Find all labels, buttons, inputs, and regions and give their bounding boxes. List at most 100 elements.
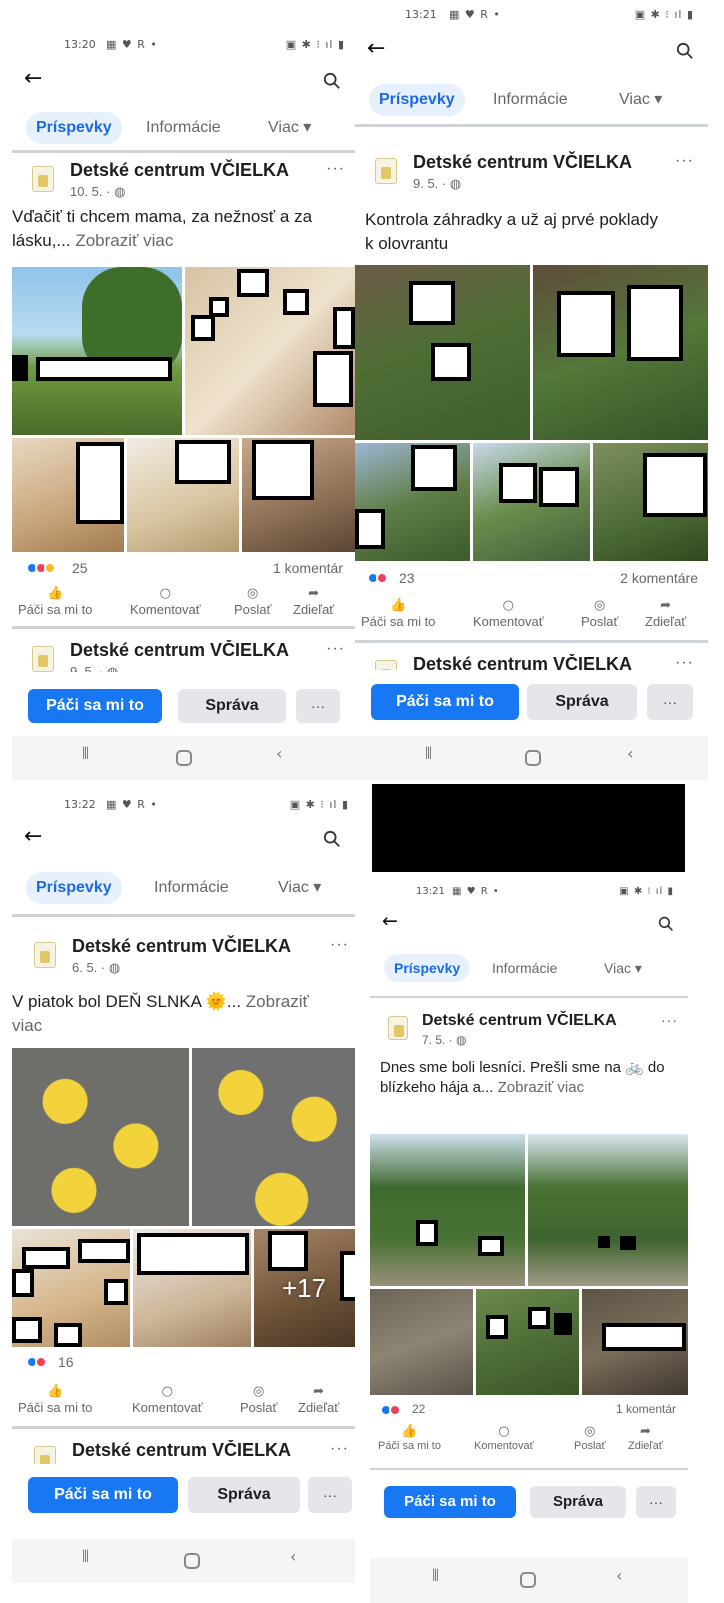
search-icon[interactable] bbox=[658, 916, 674, 932]
see-more-link[interactable]: Zobraziť viac bbox=[75, 231, 173, 250]
tab-more[interactable]: Viac ▾ bbox=[604, 954, 642, 982]
share-action[interactable]: ➦ Zdieľať bbox=[298, 1384, 339, 1415]
tab-more[interactable]: Viac ▾ bbox=[268, 112, 311, 144]
tab-info[interactable]: Informácie bbox=[154, 872, 229, 904]
reaction-icons[interactable] bbox=[380, 1404, 401, 1416]
page-like-button[interactable]: Páči sa mi to bbox=[28, 689, 162, 723]
reaction-count[interactable]: 25 bbox=[72, 560, 88, 576]
comment-action[interactable]: ○ Komentovať bbox=[474, 1424, 534, 1452]
page-message-button[interactable]: Správa bbox=[188, 1477, 300, 1513]
search-icon[interactable] bbox=[323, 72, 341, 90]
post-photo[interactable] bbox=[192, 1048, 355, 1226]
page-avatar[interactable] bbox=[388, 1016, 408, 1040]
page-avatar[interactable] bbox=[375, 660, 397, 670]
share-action[interactable]: ➦ Zdieľať bbox=[293, 586, 334, 617]
back-arrow-icon[interactable]: ← bbox=[382, 910, 398, 932]
post-options-button[interactable]: ··· bbox=[675, 152, 694, 170]
comment-count[interactable]: 2 komentáre bbox=[620, 570, 698, 586]
see-more-link[interactable]: Zobraziť viac bbox=[498, 1079, 584, 1096]
recent-apps-icon[interactable]: ⦀ bbox=[432, 1566, 439, 1586]
page-name[interactable]: Detské centrum VČIELKA bbox=[70, 640, 289, 661]
page-more-button[interactable]: ··· bbox=[296, 689, 340, 723]
post-options-button[interactable]: ··· bbox=[326, 640, 345, 658]
like-action[interactable]: 👍 Páči sa mi to bbox=[18, 1384, 92, 1415]
reaction-count[interactable]: 22 bbox=[412, 1402, 425, 1416]
page-avatar[interactable] bbox=[375, 158, 397, 184]
post-photo[interactable] bbox=[476, 1289, 579, 1395]
back-nav-icon[interactable]: ‹ bbox=[276, 744, 282, 763]
page-name[interactable]: Detské centrum VČIELKA bbox=[70, 160, 289, 181]
page-more-button[interactable]: ··· bbox=[636, 1486, 676, 1518]
page-avatar[interactable] bbox=[32, 646, 54, 672]
recent-apps-icon[interactable]: ⦀ bbox=[82, 744, 89, 764]
page-avatar[interactable] bbox=[34, 1446, 56, 1464]
page-name[interactable]: Detské centrum VČIELKA bbox=[72, 936, 291, 957]
post-date[interactable]: 6. 5. · ◍ bbox=[72, 960, 120, 976]
tab-posts[interactable]: Príspevky bbox=[369, 84, 465, 116]
back-nav-icon[interactable]: ‹ bbox=[616, 1566, 622, 1585]
recent-apps-icon[interactable]: ⦀ bbox=[425, 744, 432, 764]
post-photo[interactable] bbox=[355, 443, 470, 561]
like-action[interactable]: 👍 Páči sa mi to bbox=[361, 598, 435, 629]
post-options-button[interactable]: ··· bbox=[661, 1012, 678, 1028]
post-date[interactable]: 10. 5. · ◍ bbox=[70, 184, 125, 200]
home-icon[interactable] bbox=[525, 750, 541, 766]
comment-count[interactable]: 1 komentár bbox=[273, 560, 343, 576]
post-photo[interactable] bbox=[12, 438, 124, 552]
page-avatar[interactable] bbox=[32, 166, 54, 192]
tab-info[interactable]: Informácie bbox=[492, 954, 557, 982]
post-options-button[interactable]: ··· bbox=[675, 654, 694, 670]
send-action[interactable]: ◎ Poslať bbox=[574, 1424, 606, 1452]
back-arrow-icon[interactable]: ← bbox=[24, 824, 42, 849]
post-photo[interactable] bbox=[185, 267, 355, 435]
page-name[interactable]: Detské centrum VČIELKA bbox=[413, 152, 632, 173]
recent-apps-icon[interactable]: ⦀ bbox=[82, 1547, 89, 1567]
post-options-button[interactable]: ··· bbox=[326, 160, 345, 178]
post-photo[interactable] bbox=[12, 1048, 189, 1226]
comment-action[interactable]: ○ Komentovať bbox=[132, 1384, 203, 1415]
post-options-button[interactable]: ··· bbox=[330, 1440, 349, 1458]
back-nav-icon[interactable]: ‹ bbox=[290, 1547, 296, 1566]
back-arrow-icon[interactable]: ← bbox=[24, 66, 42, 91]
tab-more[interactable]: Viac ▾ bbox=[278, 872, 321, 904]
post-photo[interactable] bbox=[12, 267, 182, 435]
page-name[interactable]: Detské centrum VČIELKA bbox=[422, 1012, 617, 1030]
page-message-button[interactable]: Správa bbox=[527, 684, 637, 720]
share-action[interactable]: ➦ Zdieľať bbox=[628, 1424, 663, 1452]
comment-count[interactable]: 1 komentár bbox=[616, 1402, 676, 1416]
like-action[interactable]: 👍 Páči sa mi to bbox=[378, 1424, 441, 1452]
send-action[interactable]: ◎ Poslať bbox=[234, 586, 271, 617]
tab-info[interactable]: Informácie bbox=[146, 112, 221, 144]
home-icon[interactable] bbox=[176, 750, 192, 766]
post-photo[interactable] bbox=[127, 438, 239, 552]
comment-action[interactable]: ○ Komentovať bbox=[130, 586, 201, 617]
page-like-button[interactable]: Páči sa mi to bbox=[384, 1486, 516, 1518]
search-icon[interactable] bbox=[676, 42, 694, 60]
back-nav-icon[interactable]: ‹ bbox=[627, 744, 633, 763]
search-icon[interactable] bbox=[323, 830, 341, 848]
page-name[interactable]: Detské centrum VČIELKA bbox=[413, 654, 632, 670]
post-photo[interactable] bbox=[533, 265, 708, 440]
reaction-icons[interactable] bbox=[367, 572, 388, 584]
post-photo[interactable] bbox=[593, 443, 708, 561]
tab-posts[interactable]: Príspevky bbox=[26, 112, 122, 144]
post-photo[interactable] bbox=[242, 438, 355, 552]
home-icon[interactable] bbox=[184, 1553, 200, 1569]
post-photo[interactable] bbox=[370, 1134, 525, 1286]
comment-action[interactable]: ○ Komentovať bbox=[473, 598, 544, 629]
post-photo[interactable]: +17 bbox=[254, 1229, 355, 1347]
like-action[interactable]: 👍 Páči sa mi to bbox=[18, 586, 92, 617]
post-options-button[interactable]: ··· bbox=[330, 936, 349, 954]
reaction-count[interactable]: 23 bbox=[399, 570, 415, 586]
post-photo[interactable] bbox=[582, 1289, 688, 1395]
page-more-button[interactable]: ··· bbox=[308, 1477, 352, 1513]
page-name[interactable]: Detské centrum VČIELKA bbox=[72, 1440, 291, 1461]
send-action[interactable]: ◎ Poslať bbox=[581, 598, 618, 629]
post-photo[interactable] bbox=[133, 1229, 251, 1347]
post-photo[interactable] bbox=[12, 1229, 130, 1347]
tab-posts[interactable]: Príspevky bbox=[384, 954, 471, 982]
page-more-button[interactable]: ··· bbox=[647, 684, 693, 720]
page-like-button[interactable]: Páči sa mi to bbox=[371, 684, 519, 720]
page-message-button[interactable]: Správa bbox=[530, 1486, 626, 1518]
post-photo[interactable] bbox=[528, 1134, 688, 1286]
